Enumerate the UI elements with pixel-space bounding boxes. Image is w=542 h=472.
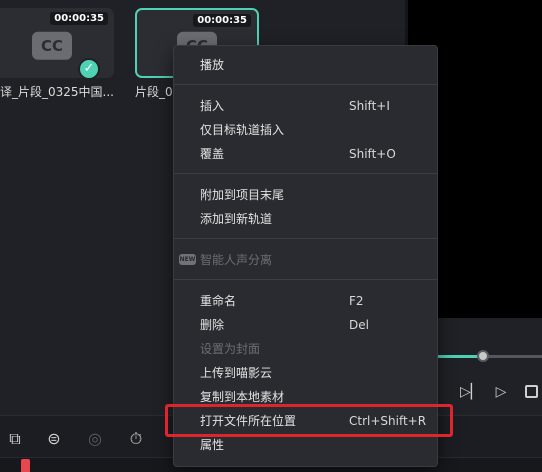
clip-duration: 00:00:35 (50, 12, 108, 25)
clip-thumbnail-1[interactable]: CC 00:00:35 ✓ (0, 8, 114, 78)
playhead-marker[interactable] (21, 459, 30, 472)
menu-item-append-to-end[interactable]: 附加到项目末尾 (174, 184, 437, 206)
menu-item-set-as-cover: 设置为封面 (200, 342, 261, 356)
stop-icon[interactable] (523, 383, 539, 401)
menu-item-add-to-new-track[interactable]: 添加到新轨道 (174, 208, 437, 230)
menu-item-voice-separation: NEW 智能人声分离 (179, 253, 273, 267)
highlight-annotation (165, 404, 453, 437)
menu-item-play[interactable]: 播放 (174, 54, 437, 76)
menu-item-insert-target-track[interactable]: 仅目标轨道插入 (174, 119, 437, 141)
menu-item-delete[interactable]: 删除 Del (174, 314, 437, 336)
caption-icon: CC (32, 31, 72, 60)
menu-item-rename[interactable]: 重命名 F2 (174, 290, 437, 312)
auto-caption-icon[interactable]: ⧉ (4, 428, 26, 450)
clip-duration: 00:00:35 (193, 14, 251, 27)
preview-progress-handle[interactable] (477, 350, 489, 362)
shortcut-label: F2 (349, 294, 364, 308)
menu-item-overwrite[interactable]: 覆盖 Shift+O (174, 143, 437, 165)
menu-item-insert[interactable]: 插入 Shift+I (174, 95, 437, 117)
step-forward-icon[interactable]: ▷▏ (460, 383, 482, 401)
palette-icon[interactable]: ◎ (84, 428, 106, 450)
clip-name-1: 译_片段_0325中国... (0, 85, 114, 99)
translate-icon[interactable]: ⊜ (43, 428, 65, 450)
menu-separator (174, 279, 437, 280)
shortcut-label: Shift+I (349, 99, 390, 113)
menu-item-upload-cloud[interactable]: 上传到喵影云 (174, 362, 437, 384)
checkmark-icon: ✓ (78, 58, 100, 78)
menu-item-properties[interactable]: 属性 (174, 434, 437, 456)
new-badge-icon: NEW (179, 254, 196, 265)
menu-separator (174, 84, 437, 85)
shortcut-label: Shift+O (349, 147, 396, 161)
timer-icon[interactable]: ⏱ (125, 428, 147, 450)
menu-separator (174, 238, 437, 239)
play-icon[interactable]: ▷ (492, 383, 510, 401)
shortcut-label: Del (349, 318, 369, 332)
menu-separator (174, 173, 437, 174)
